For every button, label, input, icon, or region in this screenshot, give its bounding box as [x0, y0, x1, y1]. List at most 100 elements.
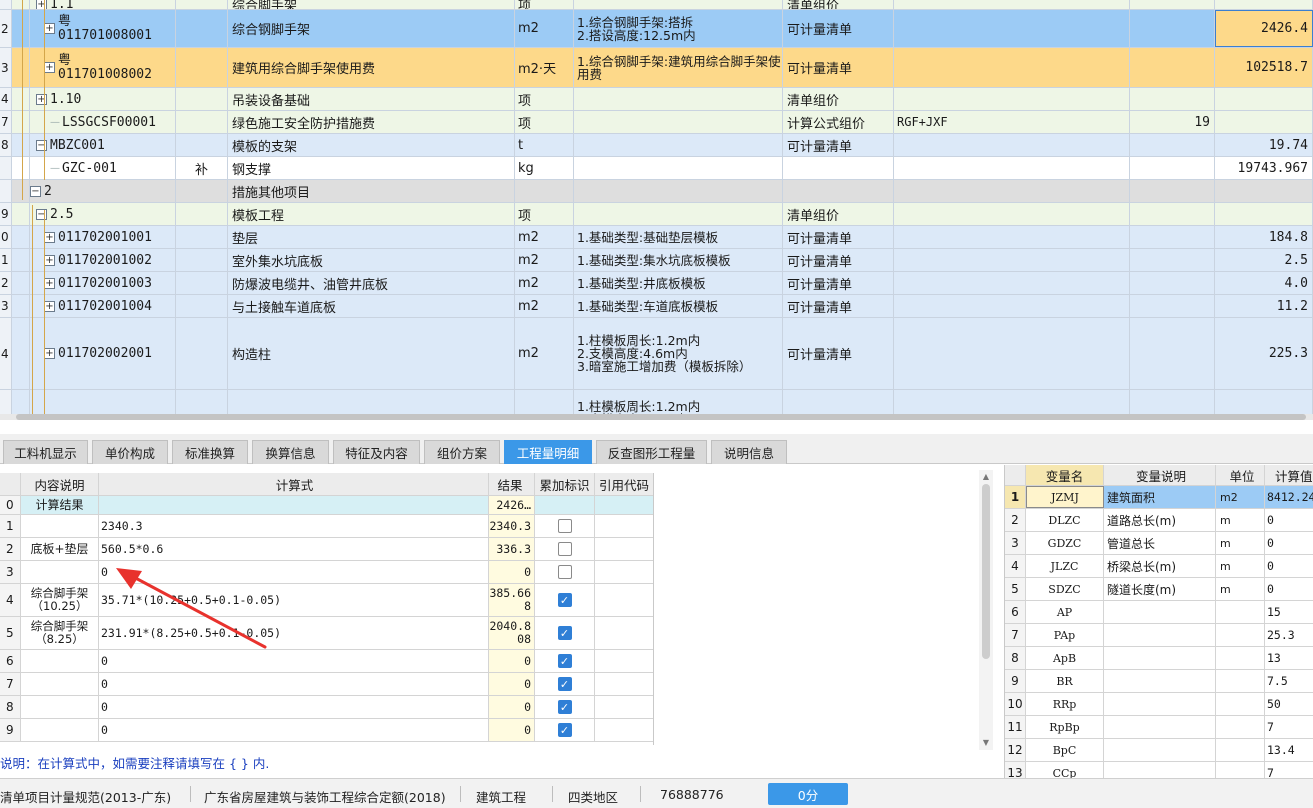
- bill-row[interactable]: 9 −2.5 模板工程项 清单组价: [0, 203, 1313, 226]
- detail-row[interactable]: 5 综合脚手架（8.25） 231.91*(8.25+0.5+0.1-0.05) 20…: [0, 617, 653, 650]
- item-unit[interactable]: 项: [515, 203, 574, 225]
- variable-value[interactable]: 8412.24: [1265, 486, 1313, 508]
- variable-row[interactable]: 7 PAp 25.3: [1005, 624, 1313, 647]
- item-code-cell[interactable]: +1.10: [30, 88, 176, 110]
- bill-row[interactable]: 8 − MBZC001 模板的支架 t 可计量清单 19.74: [0, 134, 1313, 157]
- item-feature[interactable]: 1.基础类型:井底板模板: [574, 272, 783, 294]
- bill-row[interactable]: 2 +011702001003 防爆波电缆井、油管井底板 m2 1.基础类型:井底板模板…: [0, 272, 1313, 295]
- item-unit[interactable]: m2: [515, 10, 574, 47]
- accumulate-checkbox[interactable]: ✓: [557, 626, 572, 640]
- calc-formula[interactable]: [894, 48, 1130, 87]
- variable-name[interactable]: SDZC: [1026, 578, 1104, 600]
- detail-description[interactable]: 综合脚手架（8.25）: [21, 617, 99, 649]
- item-code-cell[interactable]: − MBZC001: [30, 134, 176, 156]
- variable-row[interactable]: 5 SDZC 隧道长度(m) m 0: [1005, 578, 1313, 601]
- var-header-index[interactable]: [1005, 465, 1026, 485]
- item-unit[interactable]: [515, 180, 574, 202]
- item-feature[interactable]: [574, 157, 783, 179]
- calc-formula[interactable]: [894, 295, 1130, 317]
- item-type[interactable]: 清单组价: [783, 203, 894, 225]
- accumulate-checkbox[interactable]: ✓: [557, 723, 572, 737]
- variable-unit[interactable]: [1216, 624, 1265, 646]
- rate-value[interactable]: [1130, 318, 1215, 389]
- detail-expression[interactable]: 35.71*(10.25+0.5+0.1-0.05): [99, 584, 489, 616]
- variable-unit[interactable]: [1216, 716, 1265, 738]
- variable-row[interactable]: 9 BR 7.5: [1005, 670, 1313, 693]
- item-feature[interactable]: 1.基础类型:集水坑底板模板: [574, 249, 783, 271]
- variable-name[interactable]: GDZC: [1026, 532, 1104, 554]
- reference-code[interactable]: [595, 719, 653, 741]
- calc-formula[interactable]: [894, 0, 1130, 9]
- item-name[interactable]: 模板的支架: [228, 134, 515, 156]
- reference-code[interactable]: [595, 538, 653, 560]
- scroll-down-icon[interactable]: ▼: [981, 738, 991, 747]
- item-name[interactable]: 绿色施工安全防护措施费: [228, 111, 515, 133]
- detail-description[interactable]: [21, 561, 99, 583]
- rate-value[interactable]: [1130, 88, 1215, 110]
- item-feature[interactable]: [574, 203, 783, 225]
- item-type[interactable]: 清单组价: [783, 88, 894, 110]
- quantity-value[interactable]: 19743.967: [1215, 157, 1313, 179]
- quantity-value[interactable]: [1215, 111, 1313, 133]
- item-type[interactable]: 可计量清单: [783, 318, 894, 389]
- detail-description[interactable]: [21, 673, 99, 695]
- quantity-value[interactable]: 102518.7: [1215, 48, 1313, 87]
- accumulate-cell[interactable]: ✓: [535, 584, 595, 616]
- variable-name[interactable]: DLZC: [1026, 509, 1104, 531]
- item-unit[interactable]: t: [515, 134, 574, 156]
- variable-name[interactable]: JZMJ: [1026, 486, 1104, 508]
- rate-value[interactable]: [1130, 134, 1215, 156]
- item-feature[interactable]: [574, 180, 783, 202]
- bill-row[interactable]: 3 + 粤 011701008002 建筑用综合脚手架使用费 m2·天 1.综合钢脚手架:建…: [0, 48, 1313, 88]
- accumulate-cell[interactable]: [535, 561, 595, 583]
- bill-row[interactable]: 4 +1.10 吊装设备基础项 清单组价: [0, 88, 1313, 111]
- item-name[interactable]: 模板工程: [228, 203, 515, 225]
- detail-description[interactable]: [21, 719, 99, 741]
- var-header-name[interactable]: 变量名: [1026, 465, 1104, 485]
- vertical-scrollbar[interactable]: ▲ ▼: [979, 470, 993, 750]
- tab-7[interactable]: 反查图形工程量: [596, 440, 707, 464]
- item-unit[interactable]: m2: [515, 318, 574, 389]
- detail-row[interactable]: 9 0 0 ✓: [0, 719, 653, 742]
- bill-row[interactable]: 0 +011702001001 垫层 m2 1.基础类型:基础垫层模板 可计量清单 184.…: [0, 226, 1313, 249]
- variable-row[interactable]: 11 RpBp 7: [1005, 716, 1313, 739]
- variable-row[interactable]: 10 RRp 50: [1005, 693, 1313, 716]
- item-unit[interactable]: 项: [515, 88, 574, 110]
- item-name[interactable]: 综合脚手架: [228, 0, 515, 9]
- variable-value[interactable]: 25.3: [1265, 624, 1313, 646]
- item-type[interactable]: 可计量清单: [783, 134, 894, 156]
- item-name[interactable]: 与土接触车道底板: [228, 295, 515, 317]
- detail-expression[interactable]: 560.5*0.6: [99, 538, 489, 560]
- item-code-cell[interactable]: +011702001002: [30, 249, 176, 271]
- detail-description[interactable]: [21, 650, 99, 672]
- calc-formula[interactable]: RGF+JXF: [894, 111, 1130, 133]
- item-type[interactable]: 清单组价: [783, 0, 894, 9]
- item-name[interactable]: 室外集水坑底板: [228, 249, 515, 271]
- rate-value[interactable]: [1130, 226, 1215, 248]
- header-accumulate[interactable]: 累加标识: [535, 473, 595, 495]
- item-feature[interactable]: 1.柱模板周长:1.2m内 2.支模高度:4.6m内 3.暗室施工增加费（模板拆…: [574, 318, 783, 389]
- accumulate-checkbox[interactable]: [557, 519, 572, 533]
- quantity-value[interactable]: 11.2: [1215, 295, 1313, 317]
- rate-value[interactable]: [1130, 295, 1215, 317]
- reference-code[interactable]: [595, 617, 653, 649]
- accumulate-checkbox[interactable]: ✓: [557, 677, 572, 691]
- calc-formula[interactable]: [894, 88, 1130, 110]
- item-name[interactable]: 建筑用综合脚手架使用费: [228, 48, 515, 87]
- accumulate-cell[interactable]: [535, 496, 595, 514]
- item-type[interactable]: 可计量清单: [783, 295, 894, 317]
- variable-name[interactable]: BR: [1026, 670, 1104, 692]
- tab-3[interactable]: 换算信息: [252, 440, 329, 464]
- detail-expression[interactable]: 231.91*(8.25+0.5+0.1-0.05): [99, 617, 489, 649]
- expand-icon[interactable]: +: [44, 300, 55, 312]
- detail-description[interactable]: 计算结果: [21, 496, 99, 514]
- bill-row[interactable]: 4 +011702002001 构造柱 m2 1.柱模板周长:1.2m内 2.支模高度:…: [0, 318, 1313, 390]
- variable-description[interactable]: 管道总长: [1104, 532, 1216, 554]
- horizontal-scrollbar[interactable]: [0, 414, 1313, 420]
- tab-5[interactable]: 组价方案: [424, 440, 500, 464]
- var-header-desc[interactable]: 变量说明: [1104, 465, 1216, 485]
- variable-value[interactable]: 0: [1265, 509, 1313, 531]
- detail-expression[interactable]: 0: [99, 719, 489, 741]
- item-name[interactable]: 防爆波电缆井、油管井底板: [228, 272, 515, 294]
- variable-unit[interactable]: m: [1216, 509, 1265, 531]
